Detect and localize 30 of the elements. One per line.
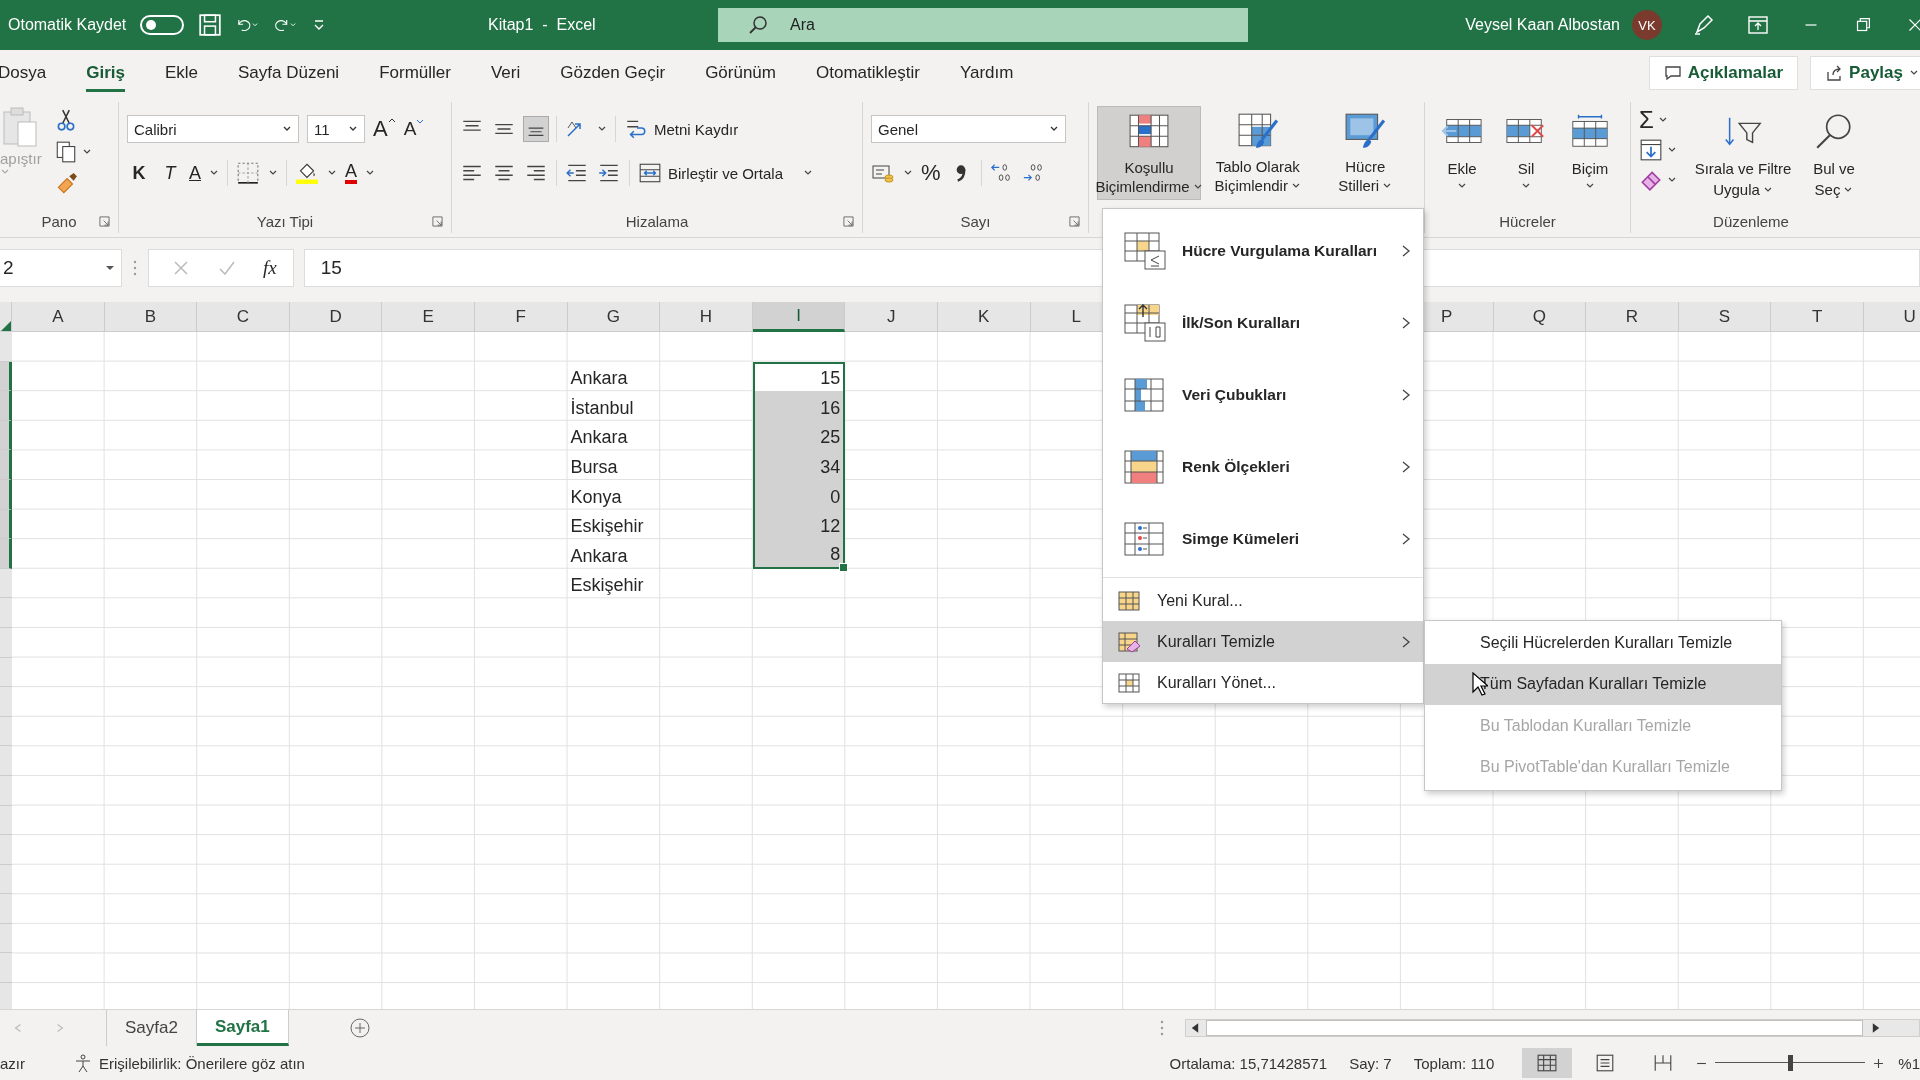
table-cell: 0 xyxy=(752,479,846,510)
group-label: Hücreler xyxy=(1499,212,1556,230)
table-cell-text: Eskişehir xyxy=(569,515,645,539)
sum-value: Toplam: 110 xyxy=(1413,1054,1495,1072)
table-cell: 25 xyxy=(752,420,846,451)
table-cell-text: Bursa xyxy=(569,455,619,479)
table-cell: 15 xyxy=(752,361,846,392)
table-cell-text: Ankara xyxy=(569,426,629,450)
submenu-item: Bu PivotTable'dan Kuralları Temizle xyxy=(1479,757,1731,778)
table-cell-text: Ankara xyxy=(569,544,629,568)
autosave-label: Otomatik Kaydet xyxy=(8,16,127,34)
group-label: Pano xyxy=(41,212,77,230)
table-cell-text: Eskişehir xyxy=(569,574,645,598)
status-mode: azır xyxy=(0,1054,25,1072)
group-label: Düzenleme xyxy=(1713,212,1789,230)
group-label: Sayı xyxy=(960,212,991,230)
count-value: Say: 7 xyxy=(1349,1054,1392,1072)
window-title: Kitap1 - Excel xyxy=(488,16,597,34)
table-cell: 16 xyxy=(752,391,846,421)
group-label: Yazı Tipi xyxy=(256,212,314,230)
table-cell-text: İstanbul xyxy=(569,396,635,420)
table-cell: 12 xyxy=(752,509,846,540)
table-cell: 34 xyxy=(752,450,846,480)
average-value: Ortalama: 15,71428571 xyxy=(1169,1054,1328,1072)
group-label: Hizalama xyxy=(625,212,689,230)
submenu-item: Bu Tablodan Kuralları Temizle xyxy=(1479,715,1693,736)
user-name: Veysel Kaan Albostan xyxy=(1465,16,1620,34)
table-cell-text: Konya xyxy=(569,485,623,509)
table-cell-text: Ankara xyxy=(569,367,629,391)
table-cell: 8 xyxy=(752,539,846,569)
